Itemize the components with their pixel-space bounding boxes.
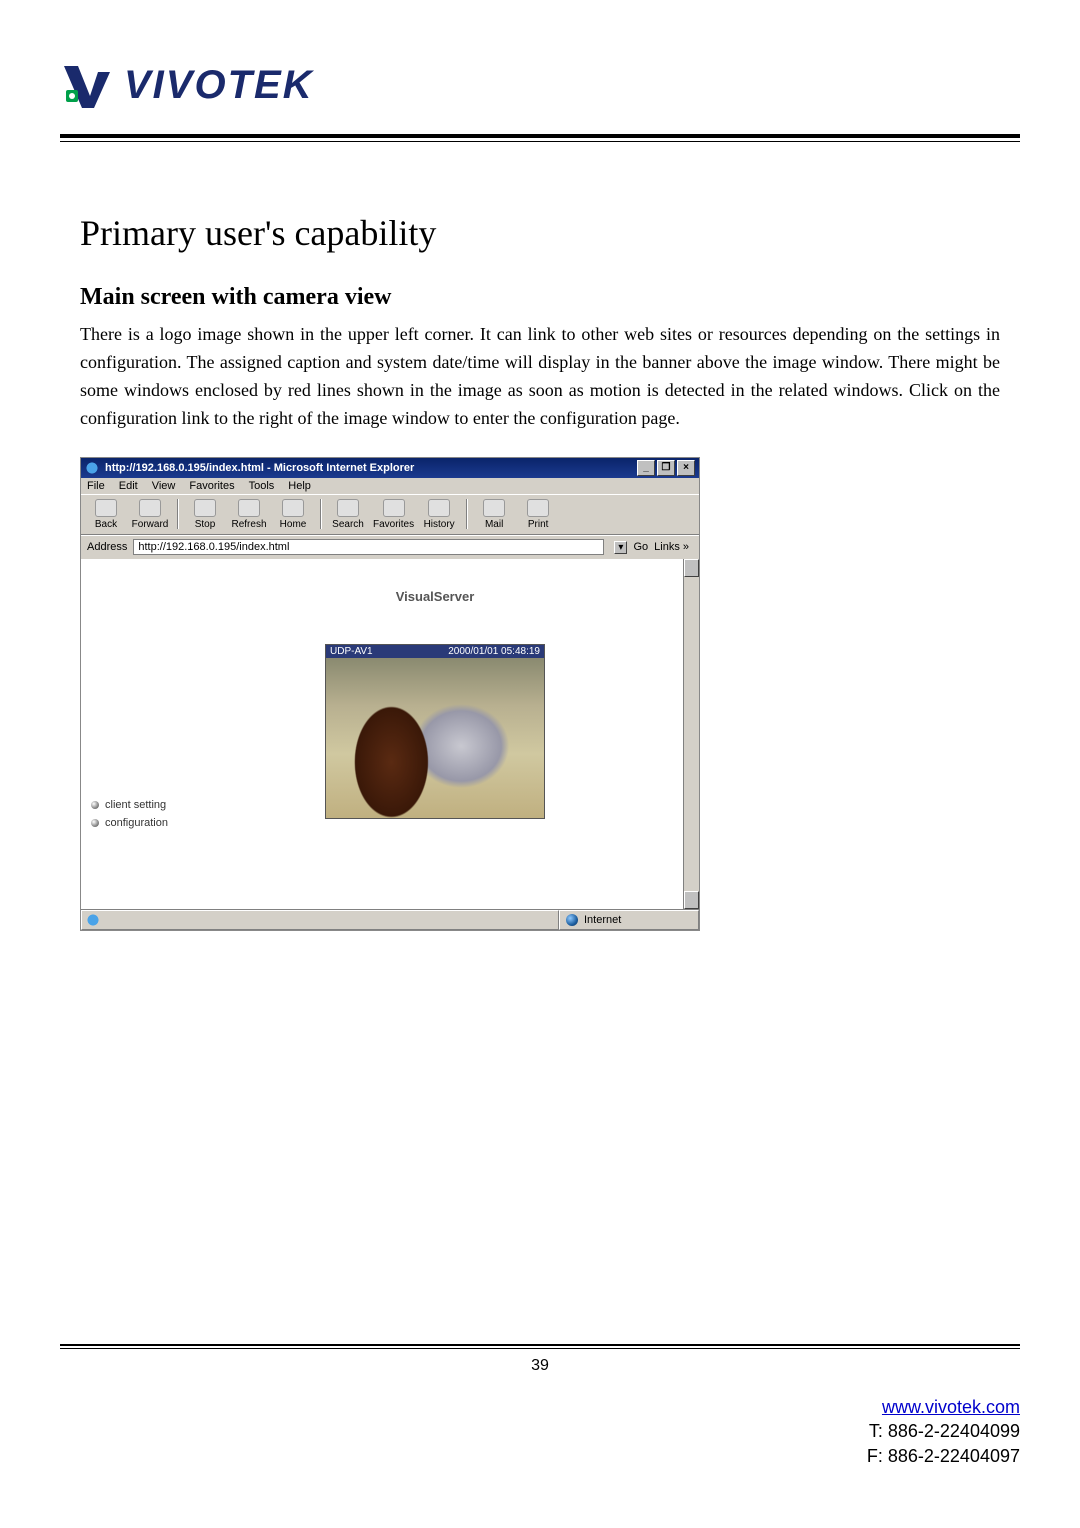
refresh-icon <box>238 499 260 517</box>
print-icon <box>527 499 549 517</box>
refresh-button[interactable]: Refresh <box>230 499 268 530</box>
status-left <box>81 910 559 930</box>
camera-caption: UDP-AV1 <box>330 646 373 657</box>
home-icon <box>282 499 304 517</box>
forward-icon <box>139 499 161 517</box>
forward-button[interactable]: Forward <box>131 499 169 530</box>
website-link[interactable]: www.vivotek.com <box>882 1397 1020 1417</box>
page-number: 39 <box>60 1357 1020 1375</box>
back-label: Back <box>95 519 117 530</box>
camera-window: UDP-AV1 2000/01/01 05:48:19 <box>325 644 545 819</box>
links-button[interactable]: Links » <box>654 541 689 553</box>
print-label: Print <box>528 519 549 530</box>
body-paragraph: There is a logo image shown in the upper… <box>80 321 1000 433</box>
favorites-label: Favorites <box>373 519 414 530</box>
ie-logo-icon <box>85 461 99 475</box>
status-zone: Internet <box>559 910 699 930</box>
home-label: Home <box>280 519 307 530</box>
menubar: File Edit View Favorites Tools Help <box>81 478 699 494</box>
search-icon <box>337 499 359 517</box>
minimize-button[interactable]: _ <box>637 460 655 476</box>
favorites-button[interactable]: Favorites <box>373 499 414 530</box>
maximize-button[interactable]: ❐ <box>657 460 675 476</box>
back-icon <box>95 499 117 517</box>
search-label: Search <box>332 519 364 530</box>
toolbar-separator <box>177 499 178 529</box>
window-title: http://192.168.0.195/index.html - Micros… <box>105 462 414 474</box>
telephone: T: 886-2-22404099 <box>869 1421 1020 1441</box>
stop-label: Stop <box>195 519 216 530</box>
history-icon <box>428 499 450 517</box>
document-body: Primary user's capability Main screen wi… <box>60 142 1020 931</box>
sidebar-nav: client setting configuration <box>81 559 201 909</box>
internet-zone-icon <box>566 914 578 926</box>
mail-label: Mail <box>485 519 503 530</box>
sidebar-item-configuration[interactable]: configuration <box>91 817 191 829</box>
home-button[interactable]: Home <box>274 499 312 530</box>
history-button[interactable]: History <box>420 499 458 530</box>
menu-file[interactable]: File <box>87 480 105 492</box>
window-titlebar: http://192.168.0.195/index.html - Micros… <box>81 458 699 478</box>
stop-icon <box>194 499 216 517</box>
print-button[interactable]: Print <box>519 499 557 530</box>
address-dropdown-button[interactable]: ▾ <box>614 541 627 554</box>
heading-1: Primary user's capability <box>80 212 1000 254</box>
document-page: VIVOTEK Primary user's capability Main s… <box>60 60 1020 1468</box>
fax: F: 886-2-22404097 <box>867 1446 1020 1466</box>
camera-banner: UDP-AV1 2000/01/01 05:48:19 <box>326 645 544 658</box>
viewport-main: VisualServer UDP-AV1 2000/01/01 05:48:19 <box>201 559 699 909</box>
bullet-icon <box>91 801 99 809</box>
browser-screenshot: http://192.168.0.195/index.html - Micros… <box>80 457 700 931</box>
mail-icon <box>483 499 505 517</box>
favorites-icon <box>383 499 405 517</box>
menu-help[interactable]: Help <box>288 480 311 492</box>
mail-button[interactable]: Mail <box>475 499 513 530</box>
document-footer: 39 www.vivotek.com T: 886-2-22404099 F: … <box>60 1344 1020 1468</box>
refresh-label: Refresh <box>231 519 266 530</box>
toolbar-separator <box>466 499 467 529</box>
address-bar: Address http://192.168.0.195/index.html … <box>81 535 699 559</box>
address-label: Address <box>87 541 127 553</box>
scrollbar[interactable] <box>683 559 699 909</box>
camera-image <box>326 658 544 818</box>
page-viewport: client setting configuration VisualServe… <box>81 559 699 909</box>
statusbar: Internet <box>81 909 699 930</box>
close-button[interactable]: × <box>677 460 695 476</box>
menu-view[interactable]: View <box>152 480 176 492</box>
brand-wordmark: VIVOTEK <box>124 63 314 108</box>
page-title: VisualServer <box>201 569 669 604</box>
search-button[interactable]: Search <box>329 499 367 530</box>
header-rule-thick <box>60 134 1020 138</box>
footer-rule-thin <box>60 1348 1020 1349</box>
bullet-icon <box>91 819 99 827</box>
contact-block: www.vivotek.com T: 886-2-22404099 F: 886… <box>60 1395 1020 1468</box>
footer-rule-thick <box>60 1344 1020 1346</box>
status-zone-label: Internet <box>584 914 621 926</box>
back-button[interactable]: Back <box>87 499 125 530</box>
toolbar-separator <box>320 499 321 529</box>
camera-datetime: 2000/01/01 05:48:19 <box>448 646 540 657</box>
address-input[interactable]: http://192.168.0.195/index.html <box>133 539 604 555</box>
heading-2: Main screen with camera view <box>80 284 1000 311</box>
brand-mark-icon <box>60 60 114 110</box>
ie-logo-icon <box>86 913 100 927</box>
window-controls: _ ❐ × <box>637 460 695 476</box>
sidebar-item-label: client setting <box>105 799 166 811</box>
go-button[interactable]: Go <box>633 541 648 553</box>
history-label: History <box>424 519 455 530</box>
menu-edit[interactable]: Edit <box>119 480 138 492</box>
sidebar-item-client-setting[interactable]: client setting <box>91 799 191 811</box>
forward-label: Forward <box>132 519 169 530</box>
stop-button[interactable]: Stop <box>186 499 224 530</box>
menu-favorites[interactable]: Favorites <box>189 480 234 492</box>
toolbar: Back Forward Stop Refresh Home Search Fa… <box>81 494 699 535</box>
brand-logo: VIVOTEK <box>60 60 1020 120</box>
menu-tools[interactable]: Tools <box>249 480 275 492</box>
sidebar-item-label: configuration <box>105 817 168 829</box>
